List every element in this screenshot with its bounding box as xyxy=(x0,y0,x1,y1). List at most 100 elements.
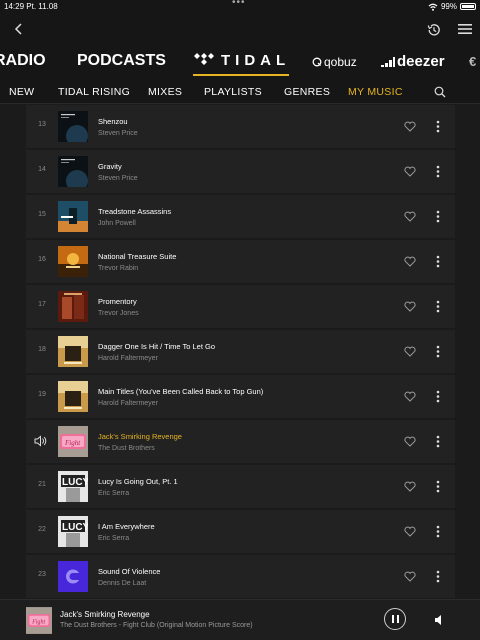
tab-playlists[interactable]: PLAYLISTS xyxy=(204,86,262,98)
source-radio[interactable]: RADIO xyxy=(0,52,46,70)
album-art: Fight xyxy=(58,426,88,457)
track-number: 14 xyxy=(38,166,46,173)
track-title: Dagger One Is Hit / Time To Let Go xyxy=(98,342,215,351)
source-tidal-label: TIDAL xyxy=(221,52,291,69)
track-row[interactable]: 17 Promentory Trevor Jones xyxy=(26,285,455,328)
album-art xyxy=(58,156,88,187)
track-number: 23 xyxy=(38,571,46,578)
track-title: National Treasure Suite xyxy=(98,252,177,261)
track-title: Gravity xyxy=(98,162,122,171)
svg-text:LUCY: LUCY xyxy=(62,477,88,488)
source-deezer[interactable]: deezer xyxy=(381,53,445,70)
tab-my-music[interactable]: MY MUSIC xyxy=(348,86,403,98)
track-artist: Steven Price xyxy=(98,175,138,182)
service-selector: RADIO PODCASTS TIDAL qobuz deezer € xyxy=(0,46,480,80)
pause-icon xyxy=(392,615,394,623)
status-bar: 14:29 Pt. 11.08 ••• 99% xyxy=(0,0,480,14)
source-qobuz[interactable]: qobuz xyxy=(312,55,357,69)
track-row[interactable]: 14 Gravity Steven Price xyxy=(26,150,455,193)
source-deezer-label: deezer xyxy=(397,53,445,70)
heart-outline-icon[interactable] xyxy=(404,121,416,132)
kebab-icon[interactable] xyxy=(436,525,440,538)
track-artist: Dennis De Laat xyxy=(98,580,147,587)
kebab-icon[interactable] xyxy=(436,435,440,448)
track-row[interactable]: 21 LUCY Lucy Is Going Out, Pt. 1 Eric Serra xyxy=(26,465,455,508)
kebab-icon[interactable] xyxy=(436,390,440,403)
track-row[interactable]: 22 LUCY I Am Everywhere Eric Serra xyxy=(26,510,455,553)
tidal-logo-icon xyxy=(194,53,214,65)
track-artist: Eric Serra xyxy=(98,535,130,542)
tab-tidal-rising[interactable]: TIDAL RISING xyxy=(58,86,130,98)
hamburger-menu-icon[interactable] xyxy=(458,23,472,35)
track-artist: Trevor Jones xyxy=(98,310,139,317)
heart-outline-icon[interactable] xyxy=(404,301,416,312)
track-artist: Steven Price xyxy=(98,130,138,137)
track-number: 22 xyxy=(38,526,46,533)
tidal-subnav: NEW TIDAL RISING MIXES PLAYLISTS GENRES … xyxy=(0,80,480,104)
svg-text:Fight: Fight xyxy=(31,620,45,626)
track-row[interactable]: 18 Dagger One Is Hit / Time To Let Go Haro… xyxy=(26,330,455,373)
album-art xyxy=(58,246,88,277)
kebab-icon[interactable] xyxy=(436,345,440,358)
kebab-icon[interactable] xyxy=(436,255,440,268)
heart-outline-icon[interactable] xyxy=(404,346,416,357)
track-row[interactable]: 19 Main Titles (You've Been Called Back t… xyxy=(26,375,455,418)
track-row[interactable]: 13 Shenzou Steven Price xyxy=(26,105,455,148)
track-number: 16 xyxy=(38,256,46,263)
now-playing-title: Jack's Smirking Revenge xyxy=(60,610,150,619)
album-art xyxy=(58,291,88,322)
heart-outline-icon[interactable] xyxy=(404,526,416,537)
tab-new[interactable]: NEW xyxy=(9,86,34,98)
multitask-dots[interactable]: ••• xyxy=(232,0,246,8)
track-number: 18 xyxy=(38,346,46,353)
heart-outline-icon[interactable] xyxy=(404,166,416,177)
heart-outline-icon[interactable] xyxy=(404,256,416,267)
album-art xyxy=(58,336,88,367)
track-title: Treadstone Assassins xyxy=(98,207,172,216)
source-podcasts[interactable]: PODCASTS xyxy=(77,52,166,70)
track-number: 15 xyxy=(38,211,46,218)
track-number: 17 xyxy=(38,301,46,308)
tab-genres[interactable]: GENRES xyxy=(284,86,330,98)
kebab-icon[interactable] xyxy=(436,165,440,178)
heart-outline-icon[interactable] xyxy=(404,436,416,447)
source-more[interactable]: € xyxy=(469,54,476,69)
kebab-icon[interactable] xyxy=(436,120,440,133)
history-icon[interactable] xyxy=(426,22,442,38)
track-row[interactable]: 23 Sound Of Violence Dennis De Laat xyxy=(26,555,455,598)
album-art xyxy=(58,561,88,592)
search-icon[interactable] xyxy=(434,86,446,98)
track-artist: Trevor Rabin xyxy=(98,265,139,272)
track-title: Jack's Smirking Revenge xyxy=(98,432,182,441)
track-row[interactable]: Fight Jack's Smirking Revenge The Dust Bro… xyxy=(26,420,455,463)
track-row[interactable]: 16 National Treasure Suite Trevor Rabin xyxy=(26,240,455,283)
pause-button[interactable] xyxy=(384,608,406,630)
heart-outline-icon[interactable] xyxy=(404,391,416,402)
kebab-icon[interactable] xyxy=(436,210,440,223)
track-title: Promentory xyxy=(98,297,137,306)
now-playing-bar[interactable]: Fight Jack's Smirking Revenge The Dust B… xyxy=(0,599,480,640)
kebab-icon[interactable] xyxy=(436,480,440,493)
heart-outline-icon[interactable] xyxy=(404,481,416,492)
status-right: 99% xyxy=(428,2,476,11)
deezer-logo-icon xyxy=(381,57,395,67)
track-artist: The Dust Brothers xyxy=(98,445,155,452)
volume-icon[interactable] xyxy=(434,614,446,626)
svg-text:LUCY: LUCY xyxy=(62,522,88,533)
chevron-left-icon[interactable] xyxy=(10,20,28,38)
kebab-icon[interactable] xyxy=(436,570,440,583)
album-art xyxy=(58,201,88,232)
active-source-underline xyxy=(193,74,289,76)
track-row[interactable]: 15 Treadstone Assassins John Powell xyxy=(26,195,455,238)
kebab-icon[interactable] xyxy=(436,300,440,313)
track-number: 21 xyxy=(38,481,46,488)
source-tidal[interactable]: TIDAL xyxy=(193,52,290,69)
tab-mixes[interactable]: MIXES xyxy=(148,86,182,98)
track-number: 19 xyxy=(38,391,46,398)
heart-outline-icon[interactable] xyxy=(404,571,416,582)
track-artist: Harold Faltermeyer xyxy=(98,355,158,362)
heart-outline-icon[interactable] xyxy=(404,211,416,222)
top-bar xyxy=(0,14,480,46)
wifi-icon xyxy=(428,3,438,11)
track-list: 13 Shenzou Steven Price 14 Gravity Steven Pri… xyxy=(0,104,480,599)
